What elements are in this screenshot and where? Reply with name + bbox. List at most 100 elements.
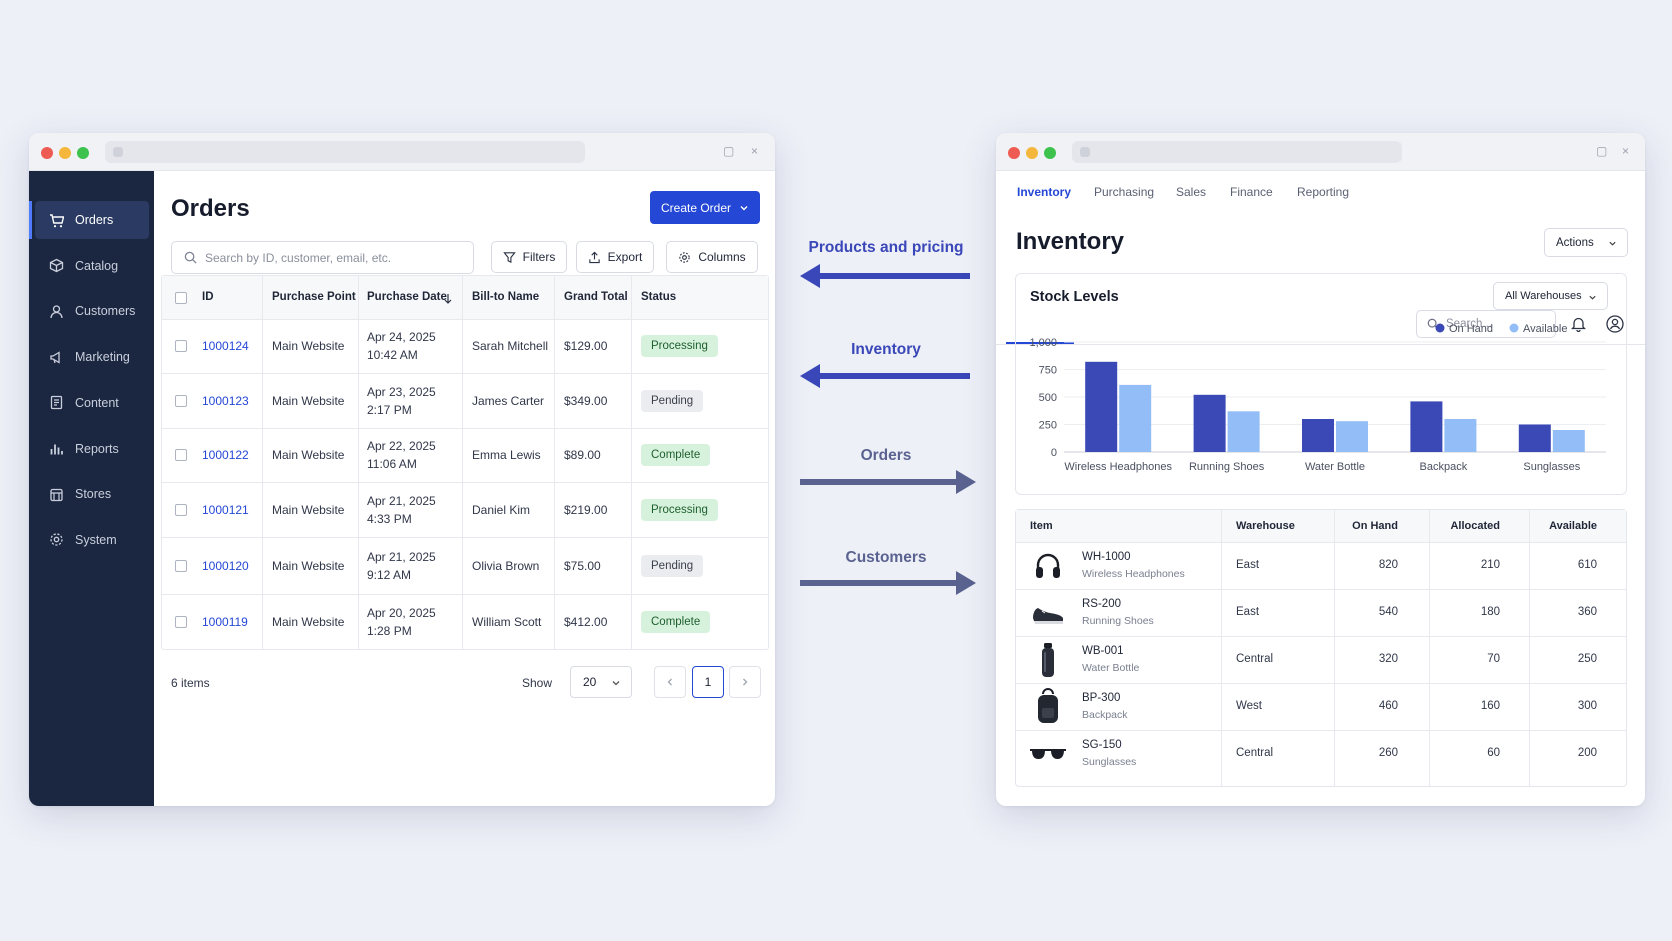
sidebar-item-content[interactable]: Content bbox=[35, 384, 149, 422]
sidebar-item-customers[interactable]: Customers bbox=[35, 292, 149, 330]
sidebar-item-orders[interactable]: Orders bbox=[29, 201, 149, 239]
export-button[interactable]: Export bbox=[576, 241, 654, 273]
tab-inventory[interactable]: Inventory bbox=[1017, 185, 1071, 199]
row-checkbox[interactable] bbox=[175, 615, 187, 628]
row-checkbox[interactable] bbox=[175, 340, 187, 352]
tab-reporting[interactable]: Reporting bbox=[1297, 185, 1349, 199]
filters-button[interactable]: Filters bbox=[491, 241, 567, 273]
sidebar-item-stores[interactable]: Stores bbox=[35, 475, 149, 513]
minimize-dot[interactable] bbox=[1026, 147, 1038, 159]
order-id-link[interactable]: 1000121 bbox=[202, 501, 249, 519]
row-checkbox[interactable] bbox=[175, 503, 187, 516]
table-row[interactable]: WH-1000 Wireless Headphones East 820 210 610 bbox=[1016, 542, 1626, 589]
restore-icon[interactable]: ▢ bbox=[723, 145, 735, 157]
bar-available bbox=[1552, 430, 1585, 452]
table-row[interactable]: WB-001 Water Bottle Central 320 70 250 bbox=[1016, 636, 1626, 683]
order-id-link[interactable]: 1000120 bbox=[202, 557, 249, 575]
sort-desc-icon[interactable] bbox=[443, 292, 453, 304]
on-hand-value: 460 bbox=[1378, 699, 1398, 712]
maximize-dot[interactable] bbox=[1044, 147, 1056, 159]
column-header[interactable]: Allocated bbox=[1420, 520, 1500, 532]
select-all-checkbox[interactable] bbox=[175, 292, 187, 304]
current-page-number: 1 bbox=[704, 675, 712, 689]
maximize-dot[interactable] bbox=[77, 147, 89, 159]
sidebar-item-label: Reports bbox=[75, 441, 119, 456]
close-icon[interactable]: × bbox=[1622, 145, 1634, 157]
sidebar-item-reports[interactable]: Reports bbox=[35, 430, 149, 468]
bill-to-name: Daniel Kim bbox=[472, 502, 531, 517]
sidebar-item-system[interactable]: System bbox=[35, 521, 149, 559]
purchase-point: Main Website bbox=[272, 393, 345, 408]
tab-finance[interactable]: Finance bbox=[1230, 185, 1273, 199]
purchase-time: 11:06 AM bbox=[367, 457, 417, 471]
column-header[interactable]: ID bbox=[202, 291, 214, 303]
legend-swatch bbox=[1509, 323, 1519, 333]
table-row[interactable]: RS-200 Running Shoes East 540 180 360 bbox=[1016, 589, 1626, 636]
grand-total: $129.00 bbox=[564, 339, 608, 353]
bill-to-name: Olivia Brown bbox=[472, 558, 540, 573]
page-size-select[interactable]: 20 bbox=[570, 666, 632, 698]
order-id-link[interactable]: 1000124 bbox=[202, 337, 249, 355]
purchase-time: 1:28 PM bbox=[367, 623, 412, 638]
row-checkbox[interactable] bbox=[175, 394, 187, 407]
column-header[interactable]: Status bbox=[641, 291, 676, 303]
page-title: Inventory bbox=[1016, 228, 1125, 255]
orders-table: ID Purchase Point Purchase Date Bill-to Nam… bbox=[161, 275, 769, 650]
sidebar-item-label: Stores bbox=[75, 487, 112, 502]
item-sku: BP-300 bbox=[1082, 691, 1121, 704]
tab-purchasing[interactable]: Purchasing bbox=[1094, 185, 1154, 199]
table-row[interactable]: 1000123 Main Website Apr 23, 2025 2:17 PM Ja… bbox=[162, 373, 768, 428]
columns-button[interactable]: Columns bbox=[666, 241, 758, 273]
arrow-label: Products and pricing bbox=[808, 239, 964, 256]
x-tick-label: Backpack bbox=[1420, 461, 1468, 473]
table-row[interactable]: SG-150 Sunglasses Central 260 60 200 bbox=[1016, 730, 1626, 777]
prev-page-button[interactable] bbox=[654, 666, 686, 698]
row-checkbox[interactable] bbox=[175, 559, 187, 572]
table-row[interactable]: 1000120 Main Website Apr 21, 2025 9:12 AM Ol… bbox=[162, 537, 768, 594]
order-id-link[interactable]: 1000119 bbox=[202, 613, 248, 631]
item-name: Sunglasses bbox=[1082, 755, 1137, 768]
warehouse-select[interactable]: All Warehouses bbox=[1493, 282, 1608, 310]
table-row[interactable]: 1000122 Main Website Apr 22, 2025 11:06 AM E… bbox=[162, 428, 768, 482]
status-badge: Pending bbox=[641, 389, 704, 412]
column-header[interactable]: Item bbox=[1030, 520, 1053, 532]
table-row[interactable]: 1000121 Main Website Apr 21, 2025 4:33 PM Da… bbox=[162, 482, 768, 537]
next-page-button[interactable] bbox=[729, 666, 761, 698]
order-id-link[interactable]: 1000123 bbox=[202, 392, 249, 410]
column-header[interactable]: Grand Total bbox=[564, 291, 628, 303]
minimize-dot[interactable] bbox=[59, 147, 71, 159]
sidebar-item-catalog[interactable]: Catalog bbox=[35, 247, 149, 285]
bill-to-name: Sarah Mitchell bbox=[472, 339, 549, 353]
order-id-link[interactable]: 1000122 bbox=[202, 446, 249, 464]
column-header[interactable]: On Hand bbox=[1318, 520, 1398, 532]
restore-icon[interactable]: ▢ bbox=[1596, 145, 1608, 157]
actions-button[interactable]: Actions bbox=[1544, 228, 1628, 257]
close-icon[interactable]: × bbox=[751, 145, 763, 157]
bill-to-name: James Carter bbox=[472, 393, 545, 408]
address-bar[interactable] bbox=[105, 141, 585, 163]
purchase-point: Main Website bbox=[272, 502, 345, 517]
column-header[interactable]: Purchase Point bbox=[272, 291, 356, 303]
close-dot[interactable] bbox=[41, 147, 53, 159]
row-checkbox[interactable] bbox=[175, 449, 187, 461]
column-header[interactable]: Purchase Date bbox=[367, 291, 447, 303]
tab-sales[interactable]: Sales bbox=[1176, 185, 1206, 199]
table-row[interactable]: 1000124 Main Website Apr 24, 2025 10:42 AM S… bbox=[162, 319, 768, 373]
table-row[interactable]: 1000119 Main Website Apr 20, 2025 1:28 PM Wi… bbox=[162, 594, 768, 649]
on-hand-value: 540 bbox=[1378, 605, 1398, 618]
purchase-date: Apr 21, 2025 bbox=[367, 493, 436, 508]
window-titlebar: ▢ × bbox=[996, 133, 1645, 171]
column-header[interactable]: Bill-to Name bbox=[472, 291, 539, 303]
address-bar[interactable] bbox=[1072, 141, 1402, 163]
table-row[interactable]: BP-300 Backpack West 460 160 300 bbox=[1016, 683, 1626, 730]
sidebar-item-marketing[interactable]: Marketing bbox=[35, 338, 149, 376]
create-order-button[interactable]: Create Order bbox=[650, 191, 760, 224]
box-icon bbox=[49, 258, 64, 273]
item-name: Backpack bbox=[1082, 708, 1128, 721]
column-header[interactable]: Warehouse bbox=[1236, 520, 1295, 532]
close-dot[interactable] bbox=[1008, 147, 1020, 159]
search-input[interactable]: Search by ID, customer, email, etc. bbox=[171, 241, 474, 274]
purchase-date: Apr 20, 2025 bbox=[367, 605, 436, 620]
arrow-left-icon bbox=[800, 364, 970, 388]
page-button-current[interactable]: 1 bbox=[692, 666, 724, 698]
